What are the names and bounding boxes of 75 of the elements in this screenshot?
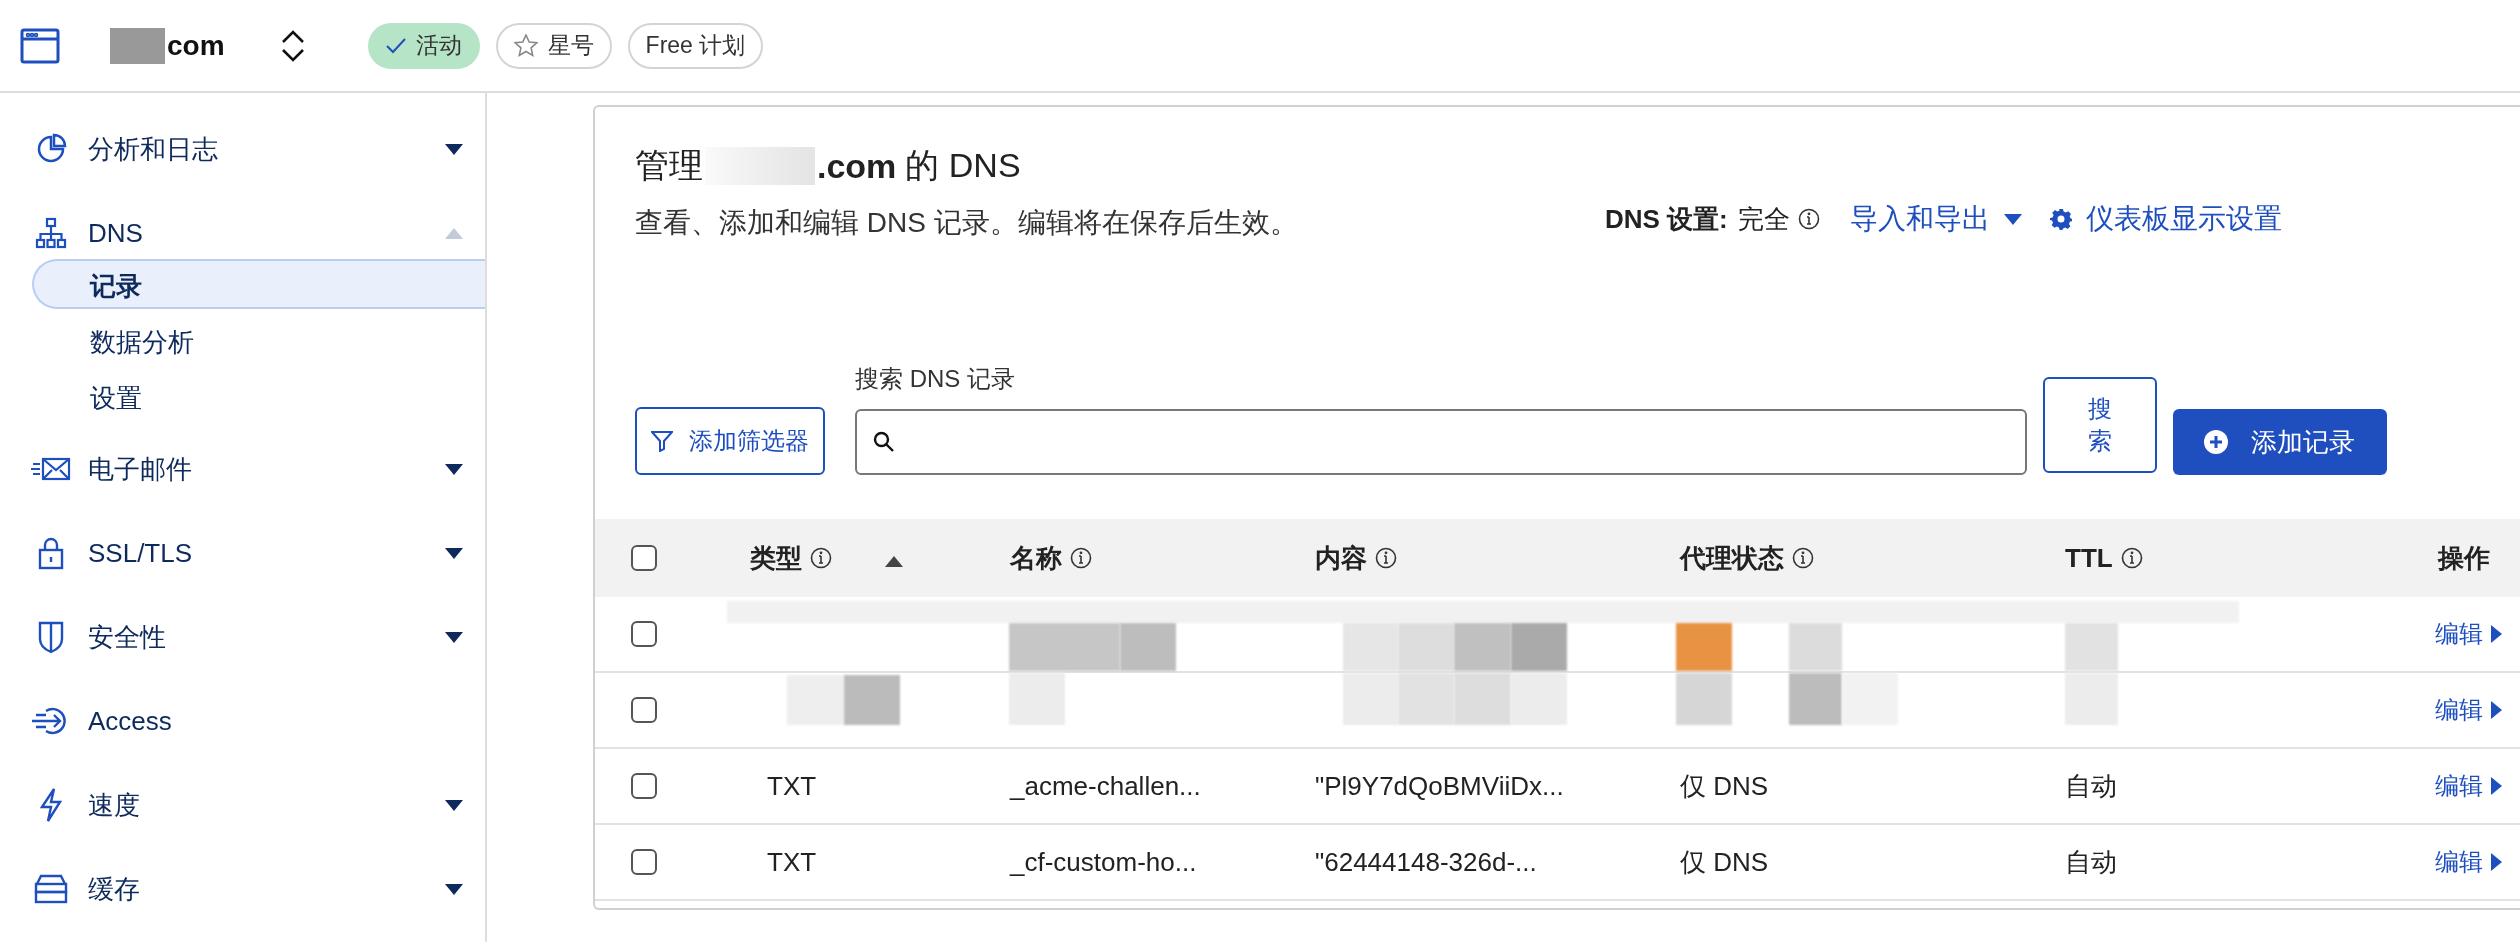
description-text: 查看、添加和编辑 DNS 记录。编辑将在保存后生效。 — [635, 206, 1299, 240]
dashboard-settings-link[interactable]: 仪表板显示设置 — [2049, 200, 2282, 238]
lightning-icon — [39, 787, 63, 823]
plan-badge: Free 计划 — [627, 22, 764, 69]
edit-link[interactable]: 编辑 — [2435, 694, 2502, 726]
row-checkbox[interactable] — [631, 697, 657, 723]
caret-right-icon — [2491, 777, 2502, 795]
status-badge: 活动 — [367, 22, 480, 69]
check-icon — [385, 37, 406, 54]
table-cell-text: TXT — [766, 770, 818, 802]
edit-link[interactable]: 编辑 — [2435, 770, 2502, 802]
table-cell-text: 仅 DNS — [1679, 769, 1770, 803]
sidebar-item[interactable]: 缓存 — [88, 873, 140, 904]
caret-right-icon — [2491, 853, 2502, 871]
caret-right-icon — [2491, 625, 2502, 643]
setting-value: 完全 — [1737, 202, 1790, 236]
filter-icon — [651, 430, 673, 452]
title-text: 管理 — [635, 145, 703, 186]
plus-circle-icon — [2203, 429, 2229, 455]
table-cell-text: "Pl9Y7dQoBMViiDx... — [1314, 770, 1565, 802]
search-label: 搜索 DNS 记录 — [855, 364, 1016, 394]
star-badge[interactable]: 星号 — [495, 22, 612, 69]
column-header[interactable]: TTL — [2065, 542, 2113, 574]
storage-icon — [34, 874, 68, 904]
column-header[interactable]: 代理状态 — [1680, 540, 1784, 576]
row-checkbox[interactable] — [631, 773, 657, 799]
lock-icon — [37, 536, 65, 570]
import-export-dropdown[interactable]: 导入和导出 — [1849, 200, 2022, 238]
table-cell-text: 自动 — [2064, 769, 2118, 803]
redaction-block — [110, 27, 165, 64]
sidebar-subitem[interactable]: 记录 — [32, 259, 485, 309]
column-header[interactable]: 类型 — [750, 540, 802, 576]
edit-link[interactable]: 编辑 — [2435, 618, 2502, 650]
setting-label: DNS 设置: — [1605, 202, 1728, 236]
sidebar-item[interactable]: SSL/TLS — [88, 537, 193, 568]
row-checkbox[interactable] — [631, 849, 657, 875]
sidebar-item[interactable]: 安全性 — [88, 621, 166, 652]
star-icon — [513, 34, 538, 57]
column-header[interactable]: 操作 — [2438, 540, 2490, 576]
column-header[interactable]: 名称 — [1010, 540, 1062, 576]
sidebar-item[interactable]: Access — [88, 705, 172, 736]
select-all-checkbox[interactable] — [631, 545, 657, 571]
table-cell-text: _acme-challen... — [1008, 770, 1202, 802]
pie-chart-icon — [35, 133, 67, 165]
domain-name: com — [167, 29, 225, 62]
add-filter-button[interactable]: 添加筛选器 — [635, 407, 825, 475]
shield-icon — [37, 620, 65, 654]
sidebar-item[interactable]: DNS — [88, 217, 143, 248]
row-checkbox[interactable] — [631, 621, 657, 647]
browser-window-icon — [20, 27, 60, 64]
search-button[interactable]: 搜索 — [2043, 377, 2157, 473]
table-cell-text: TXT — [766, 846, 818, 878]
title-text: 的 DNS — [905, 145, 1021, 186]
table-cell-text: 自动 — [2064, 845, 2118, 879]
add-record-button[interactable]: 添加记录 — [2173, 409, 2387, 475]
caret-down-icon — [2003, 213, 2022, 225]
search-icon — [873, 431, 895, 453]
table-cell-text: 仅 DNS — [1679, 845, 1770, 879]
title-domain: .com — [817, 146, 897, 186]
edit-link[interactable]: 编辑 — [2435, 846, 2502, 878]
table-cell-text: _cf-custom-ho... — [1008, 846, 1198, 878]
sidebar-subitem[interactable]: 设置 — [32, 371, 485, 421]
up-down-chevron-icon[interactable] — [279, 28, 306, 63]
sidebar-item[interactable]: 速度 — [88, 789, 140, 820]
table-cell-text: "62444148-326d-... — [1314, 846, 1538, 878]
search-field[interactable] — [855, 409, 2027, 475]
info-icon — [1797, 208, 1820, 230]
sidebar-subitem[interactable]: 数据分析 — [32, 315, 485, 365]
column-header[interactable]: 内容 — [1315, 540, 1367, 576]
mail-icon — [31, 455, 71, 483]
caret-right-icon — [2491, 701, 2502, 719]
settings-icon — [2049, 208, 2072, 230]
sidebar-item[interactable]: 分析和日志 — [88, 133, 218, 164]
sidebar-item[interactable]: 电子邮件 — [88, 453, 192, 484]
network-icon — [35, 217, 67, 249]
